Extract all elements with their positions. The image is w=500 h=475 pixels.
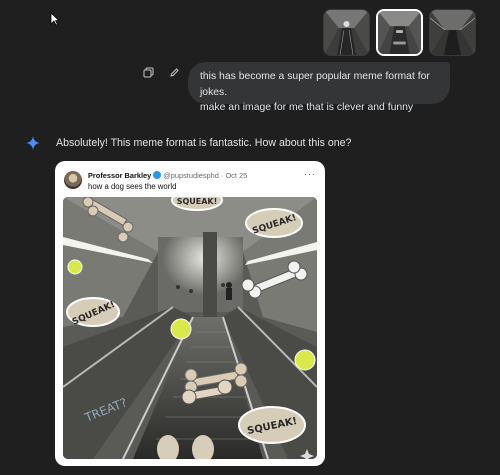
squeak-sticker: SQUEAK! xyxy=(177,197,218,206)
verified-icon xyxy=(153,171,162,179)
user-message-line: make an image for me that is clever and … xyxy=(200,102,414,113)
user-message-line: this has become a super popular meme for… xyxy=(200,71,430,98)
uploaded-image-thumbnail[interactable] xyxy=(376,9,423,56)
author-handle: @pupstudiesphd xyxy=(163,171,219,180)
cursor-icon xyxy=(50,12,60,26)
assistant-reply: Absolutely! This meme format is fantasti… xyxy=(56,137,352,149)
gemini-spark-icon xyxy=(26,136,40,150)
tweet-header: Professor Barkley @pupstudiesphd · Oct 25 xyxy=(88,171,248,180)
copy-icon[interactable] xyxy=(142,66,154,78)
edit-icon[interactable] xyxy=(168,66,180,78)
author-name: Professor Barkley xyxy=(88,171,152,180)
avatar xyxy=(64,171,82,189)
escalator-scene: SQUEAK! SQUEAK! SQUEAK! SQUEAK! TREAT? xyxy=(63,197,317,459)
uploaded-images xyxy=(323,9,476,56)
tweet-photo: SQUEAK! SQUEAK! SQUEAK! SQUEAK! TREAT? xyxy=(63,197,317,459)
more-icon[interactable]: ··· xyxy=(304,169,316,179)
uploaded-image-thumbnail[interactable] xyxy=(429,9,476,56)
generated-tweet-image[interactable]: Professor Barkley @pupstudiesphd · Oct 25… xyxy=(55,161,325,466)
tweet-date: Oct 25 xyxy=(225,171,248,180)
tweet-text: how a dog sees the world xyxy=(88,182,177,191)
uploaded-image-thumbnail[interactable] xyxy=(323,9,370,56)
user-message-bubble: this has become a super popular meme for… xyxy=(188,62,450,113)
